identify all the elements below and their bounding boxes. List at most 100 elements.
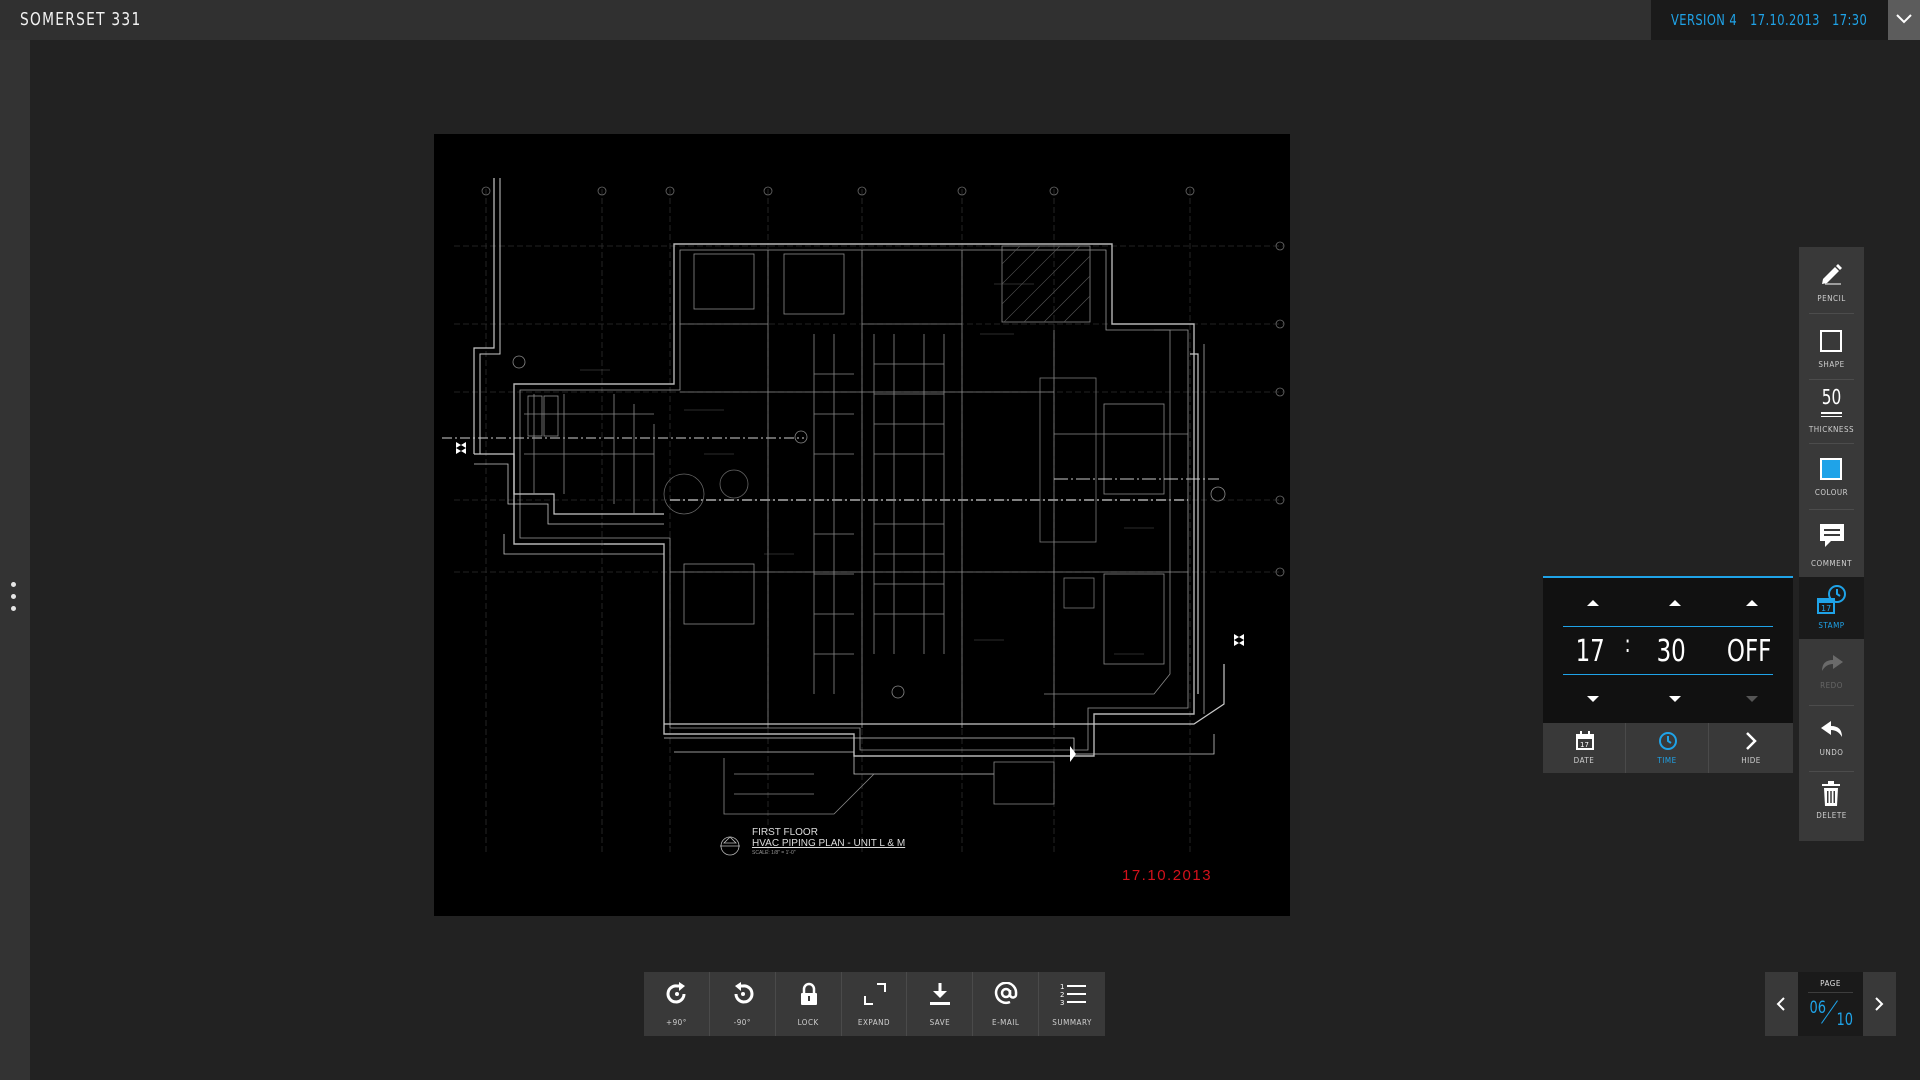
delete-tool[interactable]: DELETE (1799, 771, 1864, 837)
plan-scale: SCALE: 1/8" = 1'-0" (752, 850, 796, 856)
at-icon (995, 982, 1018, 1004)
pencil-tool[interactable]: PENCIL (1799, 247, 1864, 313)
pencil-icon (1822, 264, 1842, 285)
previous-page-button[interactable] (1765, 972, 1798, 1036)
total-pages: 10 (1836, 1010, 1854, 1030)
lock-button[interactable]: LOCK (776, 972, 842, 1036)
left-sidebar-handle[interactable] (0, 40, 30, 1080)
rotate-cw-label: +90° (666, 1018, 687, 1027)
comment-tool[interactable]: COMMENT (1799, 509, 1864, 577)
hour-value[interactable]: 17 (1576, 634, 1605, 669)
summary-label: SUMMARY (1052, 1018, 1092, 1027)
redo-icon (1822, 655, 1843, 671)
svg-text:3: 3 (1060, 999, 1064, 1007)
version-date: 17.10.2013 (1750, 11, 1820, 29)
calendar-icon: 17 (1576, 731, 1594, 750)
shape-tool[interactable]: SHAPE (1799, 313, 1864, 379)
plan-title: FIRST FLOOR HVAC PIPING PLAN - UNIT L & … (752, 827, 905, 849)
rotate-ccw-icon (734, 982, 754, 1004)
lock-icon (800, 982, 817, 1005)
next-page-button[interactable] (1863, 972, 1896, 1036)
expand-button[interactable]: EXPAND (842, 972, 908, 1036)
time-tab-label: TIME (1657, 756, 1677, 765)
delete-label: DELETE (1816, 811, 1847, 820)
version-info[interactable]: VERSION 4 17.10.2013 17:30 (1651, 0, 1888, 40)
plan-title-main: FIRST FLOOR (752, 827, 818, 838)
hour-decrement-button[interactable] (1587, 696, 1599, 702)
summary-button[interactable]: 123 SUMMARY (1039, 972, 1105, 1036)
current-page: 06 (1809, 998, 1827, 1018)
email-button[interactable]: E-MAIL (973, 972, 1040, 1036)
chevron-right-icon (1746, 732, 1757, 750)
clock-icon (1659, 732, 1677, 750)
rotate-cw-button[interactable]: +90° (644, 972, 710, 1036)
chevron-right-icon (1875, 997, 1884, 1011)
time-tab[interactable]: TIME (1626, 723, 1709, 773)
top-bar: SOMERSET 331 VERSION 4 17.10.2013 17:30 (0, 0, 1920, 40)
more-options-icon[interactable] (10, 582, 18, 620)
page-indicator: PAGE 06 10 (1798, 972, 1863, 1036)
rotate-cw-icon (666, 982, 686, 1004)
pencil-label: PENCIL (1817, 294, 1846, 303)
svg-text:1: 1 (1060, 983, 1064, 991)
trash-icon (1822, 781, 1840, 806)
page-navigator: PAGE 06 10 (1765, 972, 1896, 1036)
hide-button[interactable]: HIDE (1709, 723, 1793, 773)
chevron-down-icon (1896, 14, 1912, 24)
plan-title-sub: HVAC PIPING PLAN - UNIT L & M (752, 838, 906, 849)
time-separator: : (1624, 630, 1631, 658)
save-button[interactable]: SAVE (907, 972, 974, 1036)
save-label: SAVE (929, 1018, 951, 1027)
menu-toggle-button[interactable] (1888, 0, 1920, 40)
stamp-label: STAMP (1818, 621, 1845, 630)
shape-label: SHAPE (1818, 360, 1845, 369)
lock-label: LOCK (797, 1018, 819, 1027)
date-stamp[interactable]: 17.10.2013 (1122, 867, 1212, 884)
svg-text:17: 17 (1821, 604, 1831, 613)
expand-icon (863, 983, 886, 1005)
drawing-canvas[interactable]: FIRST FLOOR HVAC PIPING PLAN - UNIT L & … (434, 134, 1290, 916)
hour-increment-button[interactable] (1587, 600, 1599, 606)
date-tab[interactable]: 17 DATE (1543, 723, 1626, 773)
undo-label: UNDO (1819, 748, 1844, 757)
colour-label: COLOUR (1814, 488, 1849, 497)
version-time: 17:30 (1832, 11, 1868, 29)
minute-decrement-button[interactable] (1669, 696, 1681, 702)
chevron-left-icon (1776, 997, 1785, 1011)
stamp-tool[interactable]: 17 STAMP (1799, 577, 1864, 639)
page-label: PAGE (1820, 979, 1841, 988)
undo-tool[interactable]: UNDO (1799, 705, 1864, 771)
ampm-increment-button[interactable] (1746, 600, 1758, 606)
date-tab-label: DATE (1573, 756, 1595, 765)
calendar-clock-icon: 17 (1817, 585, 1846, 614)
floor-plan-drawing (442, 178, 1285, 856)
ampm-decrement-button[interactable] (1746, 696, 1758, 702)
redo-tool[interactable]: REDO (1799, 639, 1864, 705)
version-label: VERSION 4 (1671, 11, 1738, 29)
rotate-ccw-button[interactable]: -90° (710, 972, 776, 1036)
undo-icon (1821, 721, 1842, 737)
app-title: SOMERSET 331 (20, 9, 142, 30)
colour-tool[interactable]: COLOUR (1799, 443, 1864, 509)
numbered-list-icon: 123 (1060, 983, 1087, 1007)
bottom-toolbar: +90° -90° LOCK EXPAND SAVE E-MAIL 123 SU… (644, 972, 1105, 1036)
svg-text:17: 17 (1580, 741, 1589, 749)
minute-increment-button[interactable] (1669, 600, 1681, 606)
stamp-mode-bar: 17 DATE TIME HIDE (1543, 723, 1793, 773)
rotate-ccw-label: -90° (733, 1018, 751, 1027)
line-weight-icon (1821, 412, 1842, 419)
stamp-time-picker: 17 : 30 OFF 17 DATE TIME HIDE (1543, 576, 1793, 773)
email-label: E-MAIL (992, 1018, 1020, 1027)
square-shape-icon (1820, 330, 1842, 352)
colour-swatch-icon (1820, 458, 1842, 480)
comment-label: COMMENT (1811, 559, 1852, 568)
download-icon (930, 983, 951, 1005)
hide-label: HIDE (1741, 756, 1761, 765)
ampm-value[interactable]: OFF (1727, 634, 1771, 669)
redo-label: REDO (1820, 681, 1843, 690)
comment-icon (1820, 524, 1844, 547)
minute-value[interactable]: 30 (1657, 634, 1686, 669)
svg-text:2: 2 (1060, 991, 1064, 999)
expand-label: EXPAND (857, 1018, 891, 1027)
thickness-label: THICKNESS (1808, 425, 1855, 434)
